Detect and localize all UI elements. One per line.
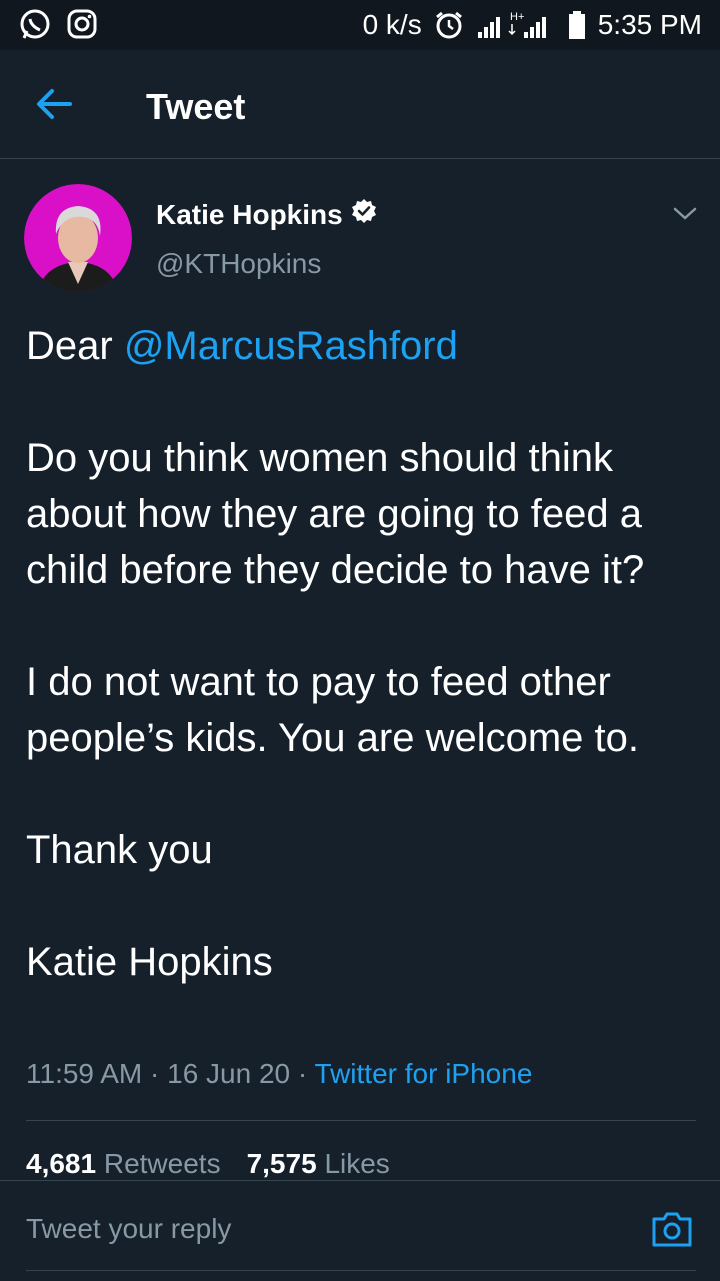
svg-text:H+: H+: [510, 11, 524, 23]
back-button[interactable]: [34, 86, 74, 122]
tweet-paragraph: I do not want to pay to feed other peopl…: [26, 660, 639, 760]
tweet-signature: Katie Hopkins: [26, 940, 273, 984]
app-bar: Tweet: [0, 50, 720, 159]
reply-underline: [26, 1270, 696, 1271]
signal-icon: H+: [476, 10, 556, 40]
reply-input[interactable]: Tweet your reply: [26, 1213, 231, 1245]
avatar[interactable]: [24, 184, 132, 292]
likes-stat[interactable]: 7,575 Likes: [247, 1148, 390, 1179]
tweet-stats: 4,681 Retweets 7,575 Likes: [26, 1148, 390, 1180]
tweet-source-link[interactable]: Twitter for iPhone: [315, 1058, 533, 1089]
tweet-meta: 11:59 AM · 16 Jun 20 · Twitter for iPhon…: [26, 1058, 532, 1090]
tweet-options-button[interactable]: [672, 204, 698, 224]
tweet-text: Dear @MarcusRashford Do you think women …: [26, 318, 706, 990]
mention-link[interactable]: @MarcusRashford: [124, 324, 458, 368]
tweet-date: 16 Jun 20: [167, 1058, 291, 1089]
like-count: 7,575: [246, 1148, 317, 1179]
retweets-stat[interactable]: 4,681 Retweets: [26, 1148, 221, 1179]
author-name[interactable]: Katie Hopkins: [156, 198, 377, 231]
tweet-paragraph: Do you think women should think about ho…: [26, 436, 645, 592]
status-bar: 0 k/s H+ 5:35 PM: [0, 0, 720, 50]
author-handle[interactable]: @KTHopkins: [156, 248, 321, 280]
tweet-paragraph: Thank you: [26, 828, 213, 872]
battery-icon: [568, 10, 586, 40]
retweet-count: 4,681: [26, 1148, 97, 1179]
instagram-icon: [66, 8, 98, 42]
whatsapp-icon: [18, 8, 52, 42]
separator-dot: ·: [150, 1058, 168, 1089]
tweet-time: 11:59 AM: [26, 1058, 143, 1089]
greeting-text: Dear: [26, 324, 113, 368]
verified-badge-icon: [351, 198, 377, 231]
divider: [26, 1120, 696, 1121]
chevron-down-icon: [673, 207, 697, 220]
network-speed: 0 k/s: [362, 9, 422, 40]
separator-dot: ·: [297, 1058, 315, 1089]
author-name-text: Katie Hopkins: [156, 198, 343, 230]
clock: 5:35 PM: [597, 9, 702, 40]
camera-button[interactable]: [650, 1209, 694, 1249]
like-label: Likes: [324, 1148, 390, 1179]
reply-bar: Tweet your reply: [0, 1180, 720, 1281]
arrow-left-icon: [37, 89, 72, 119]
tweet-greeting: Dear @MarcusRashford: [26, 318, 706, 374]
alarm-icon: [434, 10, 464, 40]
camera-icon: [652, 1212, 692, 1247]
page-title: Tweet: [146, 86, 246, 127]
retweet-label: Retweets: [103, 1148, 221, 1179]
